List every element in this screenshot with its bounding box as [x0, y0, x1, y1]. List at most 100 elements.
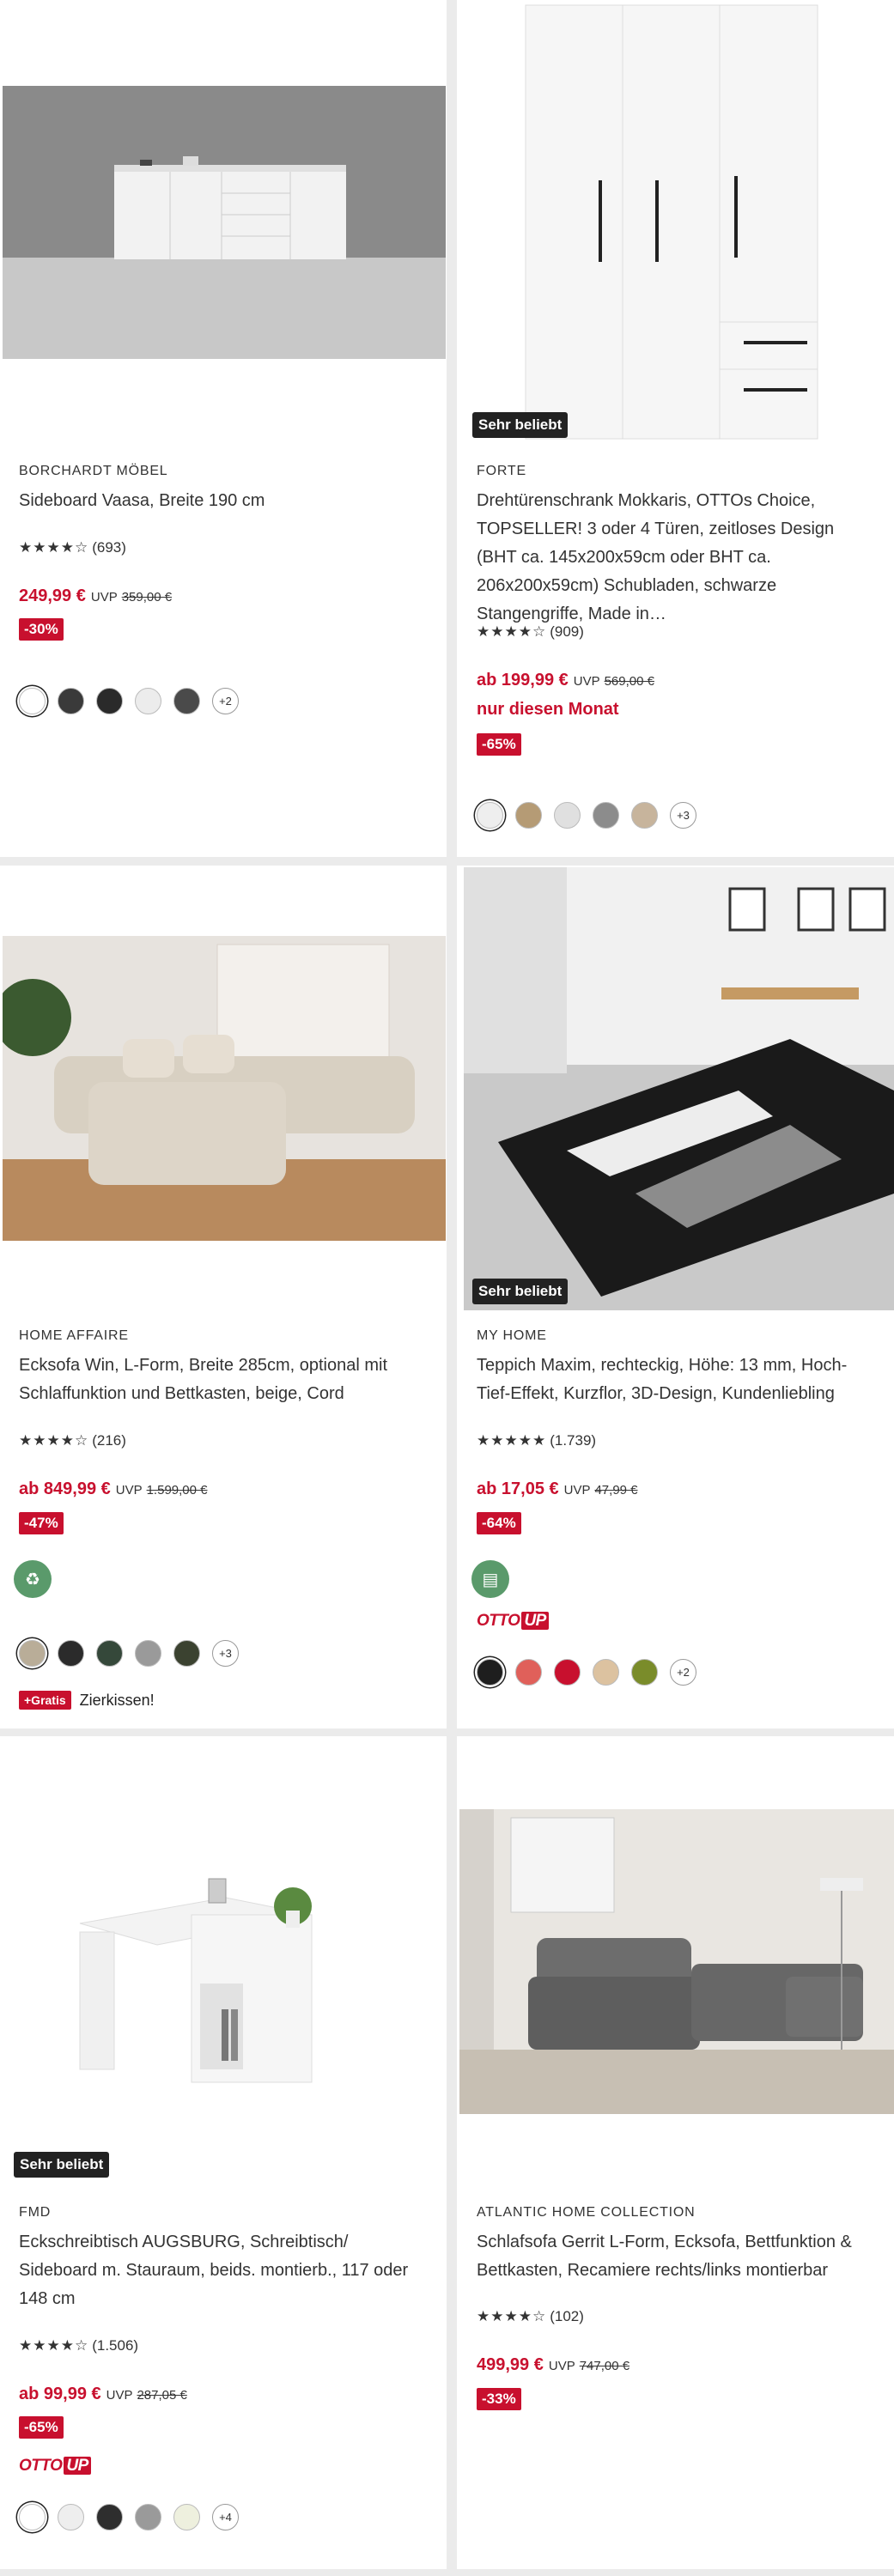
product-title[interactable]: Drehtürenschrank Mokkaris, OTTOs Choice,…: [477, 487, 877, 629]
more-colors-button[interactable]: +3: [670, 802, 696, 829]
old-price: 287,05 €: [137, 2388, 187, 2403]
rating-stars: ★★★★☆: [477, 623, 547, 640]
product-brand: FMD: [19, 2205, 52, 2220]
current-price: ab 199,99 €: [477, 671, 569, 690]
product-image[interactable]: [457, 0, 894, 442]
gratis-offer: +Gratis Zierkissen!: [19, 1691, 155, 1710]
product-price: ab 99,99 € UVP 287,05 €: [19, 2385, 187, 2404]
current-price: 499,99 €: [477, 2355, 544, 2374]
color-swatch[interactable]: [135, 688, 161, 714]
color-swatch[interactable]: [58, 1640, 84, 1667]
color-swatch[interactable]: [135, 1640, 161, 1667]
product-rating: ★★★★☆ (909): [477, 623, 584, 641]
color-swatch[interactable]: [631, 1659, 658, 1686]
otto-up-logo: OTTO UP: [19, 2457, 91, 2476]
review-count: (216): [92, 1432, 126, 1449]
color-swatch[interactable]: [173, 2504, 200, 2530]
product-image[interactable]: [464, 867, 894, 1310]
otto-up-logo: OTTO UP: [477, 1612, 549, 1631]
color-swatches: +2: [19, 688, 239, 714]
product-price: 499,99 € UVP 747,00 €: [477, 2355, 629, 2375]
otto-up-text: OTTO: [19, 2457, 63, 2475]
uvp-label: UVP: [573, 674, 600, 689]
color-swatch[interactable]: [135, 2504, 161, 2530]
current-price: ab 849,99 €: [19, 1479, 111, 1498]
product-title[interactable]: Schlafsofa Gerrit L-Form, Ecksofa, Bettf…: [477, 2228, 877, 2285]
color-swatch[interactable]: [19, 688, 46, 714]
product-image[interactable]: [3, 1812, 446, 2117]
certificate-icon[interactable]: ▤: [471, 1560, 509, 1598]
color-swatch[interactable]: [173, 1640, 200, 1667]
rating-stars: ★★★★☆: [19, 1432, 89, 1449]
product-brand: ATLANTIC HOME COLLECTION: [477, 2205, 696, 2220]
product-title[interactable]: Sideboard Vaasa, Breite 190 cm: [19, 487, 429, 515]
product-image[interactable]: [3, 936, 446, 1241]
discount-badge: -65%: [477, 733, 521, 756]
rating-stars: ★★★★☆: [19, 539, 89, 556]
more-colors-button[interactable]: +3: [212, 1640, 239, 1667]
uvp-label: UVP: [115, 1483, 143, 1498]
color-swatch[interactable]: [58, 688, 84, 714]
product-card[interactable]: Sehr beliebt FMD Eckschreibtisch AUGSBUR…: [0, 1736, 447, 2569]
product-card[interactable]: ATLANTIC HOME COLLECTION Schlafsofa Gerr…: [457, 1736, 894, 2569]
color-swatch[interactable]: [554, 802, 581, 829]
old-price: 1.599,00 €: [146, 1483, 208, 1498]
color-swatch[interactable]: [593, 802, 619, 829]
color-swatch[interactable]: [515, 1659, 542, 1686]
product-brand: MY HOME: [477, 1328, 547, 1343]
color-swatch[interactable]: [477, 1659, 503, 1686]
rating-stars: ★★★★☆: [19, 2337, 89, 2354]
color-swatch[interactable]: [96, 2504, 123, 2530]
more-colors-button[interactable]: +4: [212, 2504, 239, 2530]
color-swatch[interactable]: [477, 802, 503, 829]
popular-badge: Sehr beliebt: [472, 412, 569, 438]
rating-stars: ★★★★☆: [477, 2308, 547, 2324]
color-swatch[interactable]: [19, 2504, 46, 2530]
color-swatch[interactable]: [19, 1640, 46, 1667]
discount-badge: -64%: [477, 1512, 521, 1534]
product-title[interactable]: Ecksofa Win, L-Form, Breite 285cm, optio…: [19, 1352, 429, 1408]
product-rating: ★★★★☆ (693): [19, 539, 126, 556]
color-swatch[interactable]: [515, 802, 542, 829]
product-card[interactable]: BORCHARDT MÖBEL Sideboard Vaasa, Breite …: [0, 0, 447, 857]
product-rating: ★★★★☆ (102): [477, 2308, 584, 2325]
product-card[interactable]: Sehr beliebt FORTE Drehtürenschrank Mokk…: [457, 0, 894, 857]
discount-badge: -47%: [19, 1512, 64, 1534]
color-swatch[interactable]: [96, 688, 123, 714]
otto-up-mark: UP: [64, 2457, 91, 2475]
product-rating: ★★★★☆ (1.506): [19, 2337, 138, 2354]
color-swatch[interactable]: [631, 802, 658, 829]
more-colors-button[interactable]: +2: [670, 1659, 696, 1686]
color-swatch[interactable]: [96, 1640, 123, 1667]
color-swatch[interactable]: [58, 2504, 84, 2530]
color-swatches: +4: [19, 2504, 239, 2530]
discount-badge: -30%: [19, 618, 64, 641]
old-price: 747,00 €: [579, 2359, 630, 2373]
product-title[interactable]: Teppich Maxim, rechteckig, Höhe: 13 mm, …: [477, 1352, 877, 1408]
product-image[interactable]: [3, 86, 446, 359]
color-swatch[interactable]: [173, 688, 200, 714]
color-swatch[interactable]: [554, 1659, 581, 1686]
current-price: ab 99,99 €: [19, 2385, 101, 2403]
discount-badge: -33%: [477, 2388, 521, 2410]
more-colors-button[interactable]: +2: [212, 688, 239, 714]
product-brand: HOME AFFAIRE: [19, 1328, 129, 1343]
product-grid: BORCHARDT MÖBEL Sideboard Vaasa, Breite …: [0, 0, 894, 2576]
product-card[interactable]: HOME AFFAIRE Ecksofa Win, L-Form, Breite…: [0, 866, 447, 1728]
old-price: 47,99 €: [594, 1483, 638, 1498]
color-swatches: +3: [477, 802, 696, 829]
product-brand: FORTE: [477, 464, 526, 478]
review-count: (909): [550, 623, 584, 640]
uvp-label: UVP: [90, 590, 118, 605]
product-image[interactable]: [459, 1809, 894, 2114]
product-price: ab 17,05 € UVP 47,99 €: [477, 1479, 638, 1499]
product-rating: ★★★★★ (1.739): [477, 1432, 596, 1449]
color-swatch[interactable]: [593, 1659, 619, 1686]
color-swatches: +2: [477, 1659, 696, 1686]
sustainability-icon[interactable]: ♻: [14, 1560, 52, 1598]
old-price: 569,00 €: [604, 674, 654, 689]
product-card[interactable]: Sehr beliebt MY HOME Teppich Maxim, rech…: [457, 866, 894, 1728]
product-title[interactable]: Eckschreibtisch AUGSBURG, Schreibtisch/ …: [19, 2228, 429, 2313]
review-count: (693): [92, 539, 126, 556]
color-swatches: +3: [19, 1640, 239, 1667]
